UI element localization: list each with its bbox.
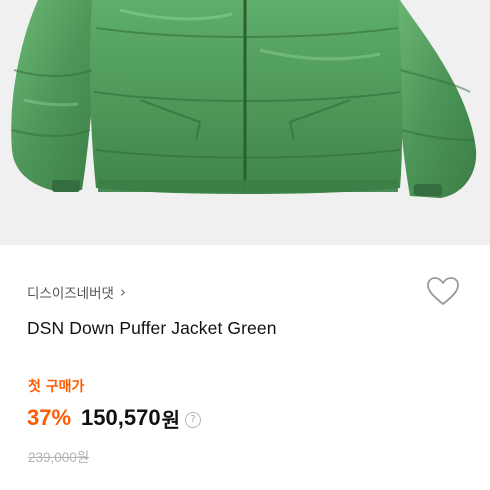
chevron-right-icon: › [119, 282, 126, 301]
discount-rate: 37% [27, 405, 72, 430]
wishlist-button[interactable] [423, 273, 463, 309]
product-title: DSN Down Puffer Jacket Green [27, 318, 277, 338]
currency-unit: 원 [161, 407, 180, 432]
sale-price: 150,570 [81, 405, 161, 430]
first-purchase-label: 첫 구매가 [28, 379, 85, 395]
price-row: 37% 150,570 원 ? [27, 404, 201, 432]
question-circle-icon[interactable]: ? [184, 411, 201, 428]
brand-name: 디스이즈네버댓 [27, 286, 114, 302]
original-price: 239,000원 [28, 450, 90, 465]
brand-link[interactable]: 디스이즈네버댓 › [27, 282, 126, 302]
product-image[interactable] [0, 0, 490, 245]
heart-outline-icon [427, 277, 459, 305]
green-puffer-jacket-illustration [11, 0, 477, 198]
